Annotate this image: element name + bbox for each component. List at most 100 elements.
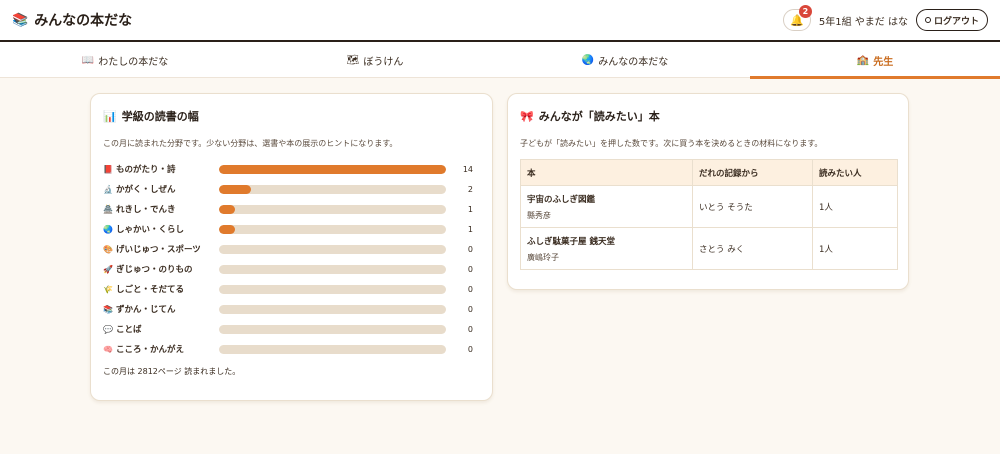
genre-bar-fill xyxy=(219,164,446,174)
logout-label: ログアウト xyxy=(933,16,979,27)
genre-label-text: ずかん・じてん xyxy=(115,305,176,315)
column-header-from: だれの記録から xyxy=(692,159,813,186)
genre-label: 🧠 こころ・かんがえ xyxy=(103,343,218,356)
genre-row: 🚀 ぎじゅつ・のりもの 0 xyxy=(103,259,483,279)
genre-row: 🎨 げいじゅつ・スポーツ 0 xyxy=(103,239,483,259)
table-header-row: 本 だれの記録から 読みたい人 xyxy=(520,159,898,186)
genre-label: 💬 ことば xyxy=(103,323,218,336)
genre-count: 14 xyxy=(462,164,473,174)
genre-label: 🚀 ぎじゅつ・のりもの xyxy=(103,263,218,276)
genre-bar-track xyxy=(219,264,446,274)
book-cell: 宇宙のふしぎ図鑑 縣秀彦 xyxy=(520,185,693,228)
genre-label: 🌏 しゃかい・くらし xyxy=(103,223,218,236)
books-icon: 📚 xyxy=(12,12,29,28)
table-row: ふしぎ駄菓子屋 銭天堂 廣嶋玲子 さとう みく 1人 xyxy=(520,227,898,270)
column-header-count: 読みたい人 xyxy=(812,159,898,186)
genre-row: 🌏 しゃかい・くらし 1 xyxy=(103,219,483,239)
brand[interactable]: 📚 みんなの本だな xyxy=(12,10,132,30)
genre-label-text: れきし・でんき xyxy=(115,205,176,215)
tab-label: わたしの本だな xyxy=(98,56,169,68)
genre-icon: 🔬 xyxy=(103,184,113,194)
app-title: みんなの本だな xyxy=(34,13,133,29)
genre-bar-track xyxy=(219,184,446,194)
genre-label-text: ぎじゅつ・のりもの xyxy=(115,265,193,275)
genre-count: 0 xyxy=(467,244,473,254)
card-title-text: みんなが「読みたい」本 xyxy=(538,110,660,123)
from-cell: いとう そうた xyxy=(692,185,813,228)
header-actions: 🔔 2 5年1組 やまだ はな ログアウト xyxy=(782,5,988,31)
ribbon-icon: 🎀 xyxy=(520,109,534,123)
genre-icon: 🏯 xyxy=(103,204,113,214)
genre-bar-fill xyxy=(219,204,236,214)
tab-bar: 📖 わたしの本だな 🗺 ぼうけん 🌏 みんなの本だな 🏫 先生 xyxy=(0,42,1000,79)
genre-count: 1 xyxy=(467,224,473,234)
user-name: 5年1組 やまだ はな xyxy=(818,16,908,28)
count-cell: 1人 xyxy=(812,227,898,270)
genre-bar-track xyxy=(219,324,446,334)
want-to-read-table: 本 だれの記録から 読みたい人 宇宙のふしぎ図鑑 縣秀彦 いとう そうた 1人 … xyxy=(520,159,898,270)
tab-label: ぼうけん xyxy=(363,56,404,68)
genre-row: 📚 ずかん・じてん 0 xyxy=(103,299,483,319)
genre-count: 0 xyxy=(467,264,473,274)
table-row: 宇宙のふしぎ図鑑 縣秀彦 いとう そうた 1人 xyxy=(520,185,898,228)
genre-icon: 🚀 xyxy=(103,264,113,274)
book-author: 廣嶋玲子 xyxy=(527,252,559,262)
book-title: ふしぎ駄菓子屋 銭天堂 xyxy=(527,236,615,247)
genre-icon: 🎨 xyxy=(103,244,113,254)
genre-count: 0 xyxy=(467,304,473,314)
column-header-book: 本 xyxy=(520,159,693,186)
genre-bar-track xyxy=(219,164,446,174)
genre-icon: 🌏 xyxy=(103,224,113,234)
tab-adventure[interactable]: 🗺 ぼうけん xyxy=(250,42,500,78)
card-description: 子どもが「読みたい」を押した数です。次に買う本を決めるときの材料になります。 xyxy=(520,139,823,148)
genre-count: 0 xyxy=(467,324,473,334)
genre-bar-fill xyxy=(219,224,236,234)
book-icon: 📖 xyxy=(81,54,95,66)
genre-icon: 💬 xyxy=(103,324,113,334)
genre-label-text: げいじゅつ・スポーツ xyxy=(115,245,201,255)
tab-my-shelf[interactable]: 📖 わたしの本だな xyxy=(0,42,250,78)
genre-label-text: しごと・そだてる xyxy=(115,285,184,295)
genre-label: 📕 ものがたり・詩 xyxy=(103,163,218,176)
genre-row: 💬 ことば 0 xyxy=(103,319,483,339)
book-title: 宇宙のふしぎ図鑑 xyxy=(527,194,596,205)
from-cell: さとう みく xyxy=(692,227,813,270)
genre-label-text: かがく・しぜん xyxy=(115,185,176,195)
pages-read-note: この月は 2812ページ 読まれました。 xyxy=(103,367,241,376)
app-header: 📚 みんなの本だな 🔔 2 5年1組 やまだ はな ログアウト xyxy=(0,0,1000,42)
genre-row: 🧠 こころ・かんがえ 0 xyxy=(103,339,483,359)
genre-label: 🌾 しごと・そだてる xyxy=(103,283,218,296)
book-author: 縣秀彦 xyxy=(527,210,551,220)
genre-row: 🔬 かがく・しぜん 2 xyxy=(103,179,483,199)
genre-count: 0 xyxy=(467,284,473,294)
genre-bar-track xyxy=(219,344,446,354)
genre-bar-track xyxy=(219,244,446,254)
tab-teacher[interactable]: 🏫 先生 xyxy=(750,42,1000,79)
notification-button[interactable]: 🔔 2 xyxy=(782,5,812,31)
globe-icon: 🌏 xyxy=(581,54,595,66)
logout-icon xyxy=(924,17,931,23)
genre-count: 2 xyxy=(467,184,473,194)
genre-icon: 📕 xyxy=(103,164,113,174)
card-title-text: 学級の読書の幅 xyxy=(121,110,199,123)
genre-row: 🌾 しごと・そだてる 0 xyxy=(103,279,483,299)
tab-label: みんなの本だな xyxy=(598,56,669,68)
count-cell: 1人 xyxy=(812,185,898,228)
genre-label-text: ものがたり・詩 xyxy=(115,165,176,175)
card-title: 🎀 みんなが「読みたい」本 xyxy=(520,108,660,124)
card-description: この月に読まれた分野です。少ない分野は、選書や本の展示のヒントになります。 xyxy=(103,139,398,148)
genre-bar-track xyxy=(219,204,446,214)
tab-label: 先生 xyxy=(873,56,894,68)
genre-label: 🏯 れきし・でんき xyxy=(103,203,218,216)
genre-label: 📚 ずかん・じてん xyxy=(103,303,218,316)
genre-label-text: ことば xyxy=(115,325,142,335)
genre-label-text: しゃかい・くらし xyxy=(115,225,184,235)
genre-bar-track xyxy=(219,284,446,294)
map-icon: 🗺 xyxy=(346,54,360,66)
genre-icon: 🧠 xyxy=(103,344,113,354)
book-cell: ふしぎ駄菓子屋 銭天堂 廣嶋玲子 xyxy=(520,227,693,270)
genre-label: 🔬 かがく・しぜん xyxy=(103,183,218,196)
genre-icon: 📚 xyxy=(103,304,113,314)
logout-button[interactable]: ログアウト xyxy=(915,9,988,31)
tab-everyone-shelf[interactable]: 🌏 みんなの本だな xyxy=(500,42,750,78)
